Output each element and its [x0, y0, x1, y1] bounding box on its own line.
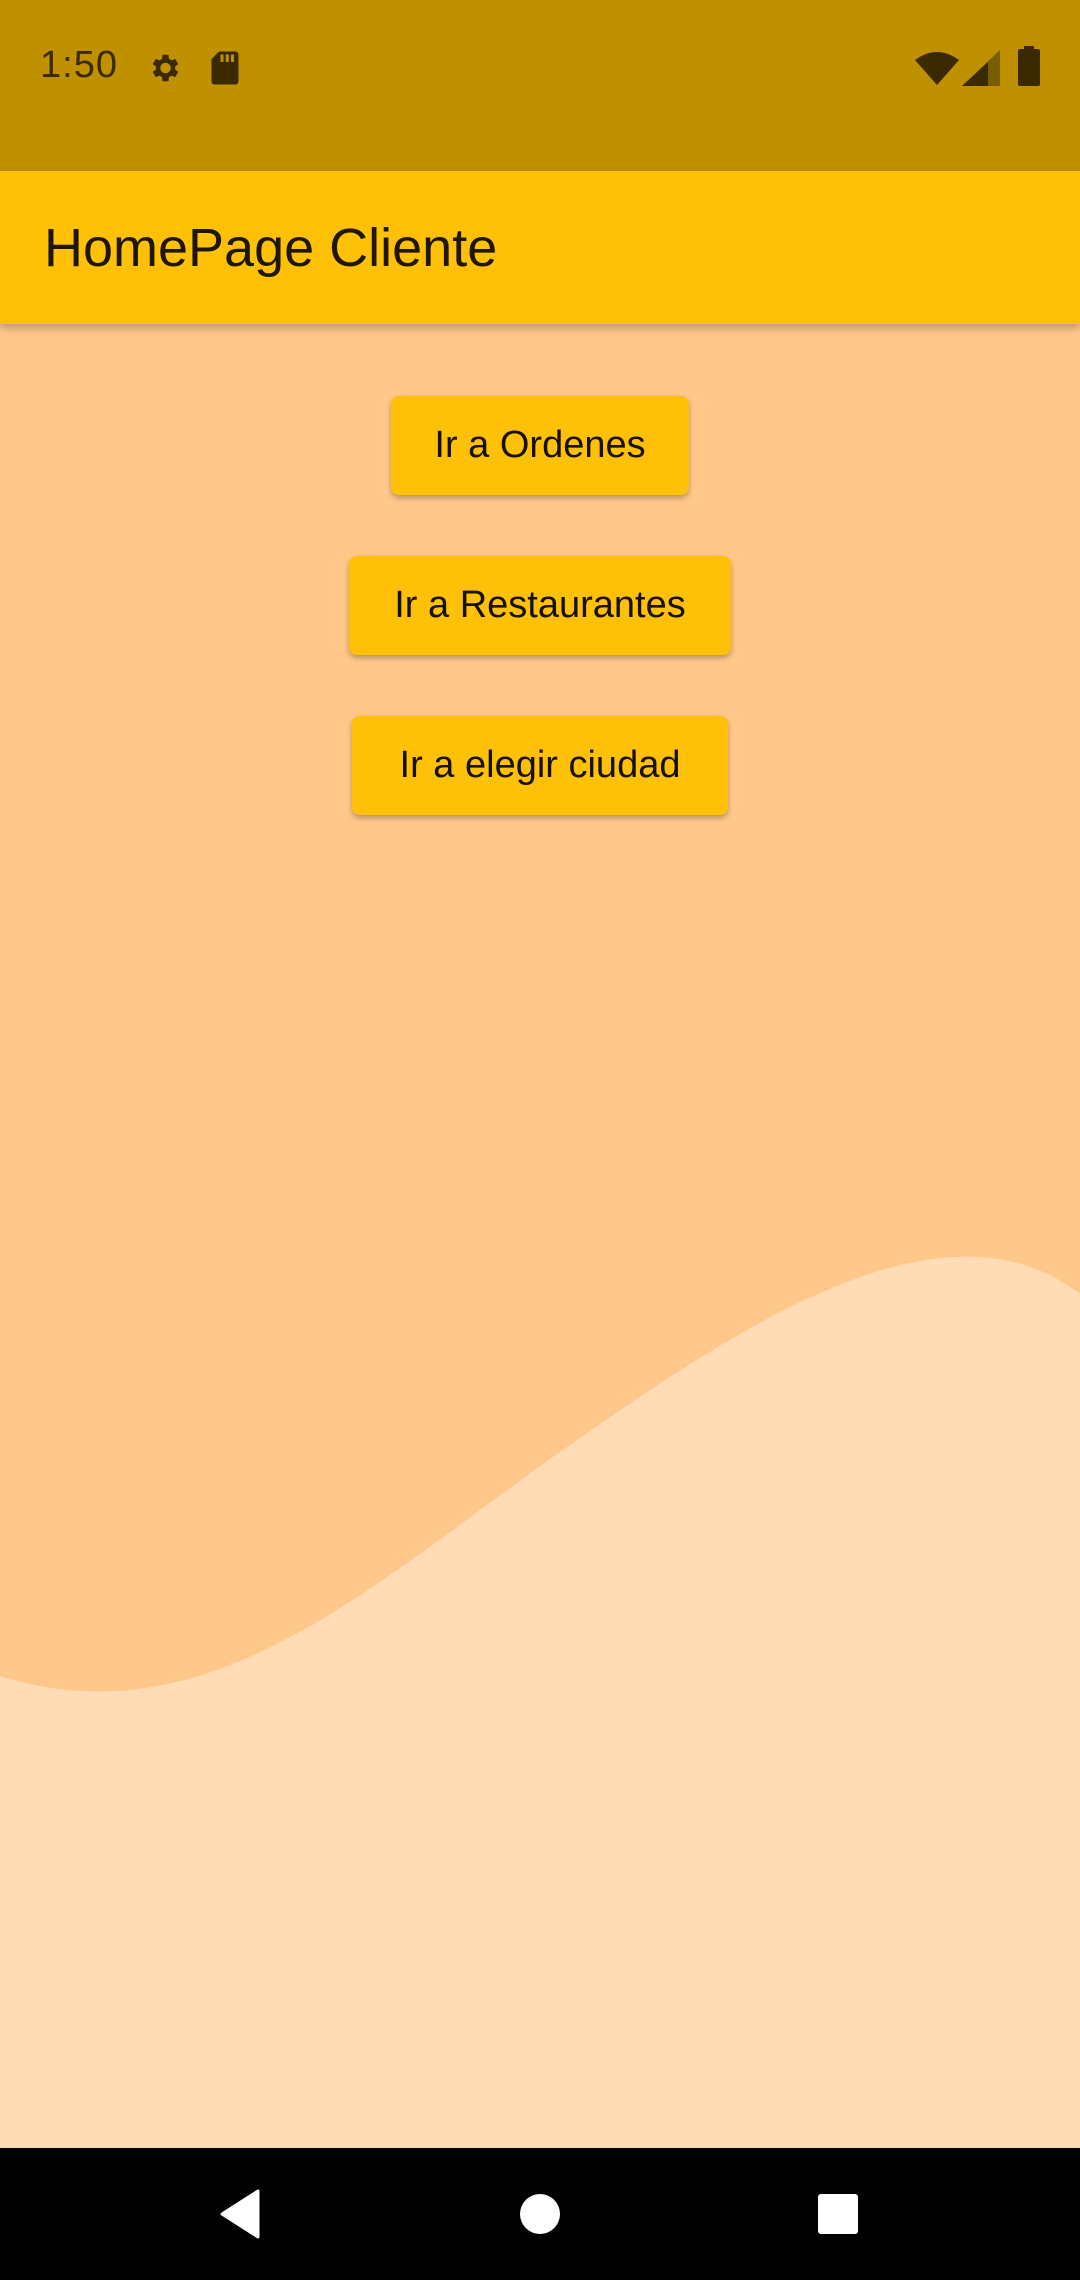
go-to-restaurants-button[interactable]: Ir a Restaurantes: [349, 556, 731, 655]
app-bar: HomePage Cliente: [0, 171, 1080, 324]
wifi-icon: [915, 52, 959, 85]
recents-icon: [818, 2194, 858, 2234]
status-bar: 1:50: [0, 0, 1080, 171]
back-icon: [220, 2189, 260, 2239]
navigation-bar: [0, 2148, 1080, 2280]
settings-icon: [152, 54, 179, 82]
recents-button[interactable]: [773, 2148, 903, 2280]
cell-signal-icon: [962, 50, 1000, 86]
app-title: HomePage Cliente: [44, 218, 498, 278]
battery-icon: [1018, 46, 1040, 86]
back-button[interactable]: [175, 2148, 305, 2280]
app-screen: 1:50 HomePage Cliente Ir a Ordenes Ir a …: [0, 0, 1080, 2280]
main-content: Ir a Ordenes Ir a Restaurantes Ir a eleg…: [0, 324, 1080, 2148]
status-time: 1:50: [40, 44, 118, 86]
go-to-orders-button[interactable]: Ir a Ordenes: [391, 396, 689, 495]
home-button[interactable]: [475, 2148, 605, 2280]
sd-card-icon: [211, 51, 239, 85]
home-icon: [520, 2194, 560, 2234]
choose-city-button[interactable]: Ir a elegir ciudad: [352, 716, 728, 815]
